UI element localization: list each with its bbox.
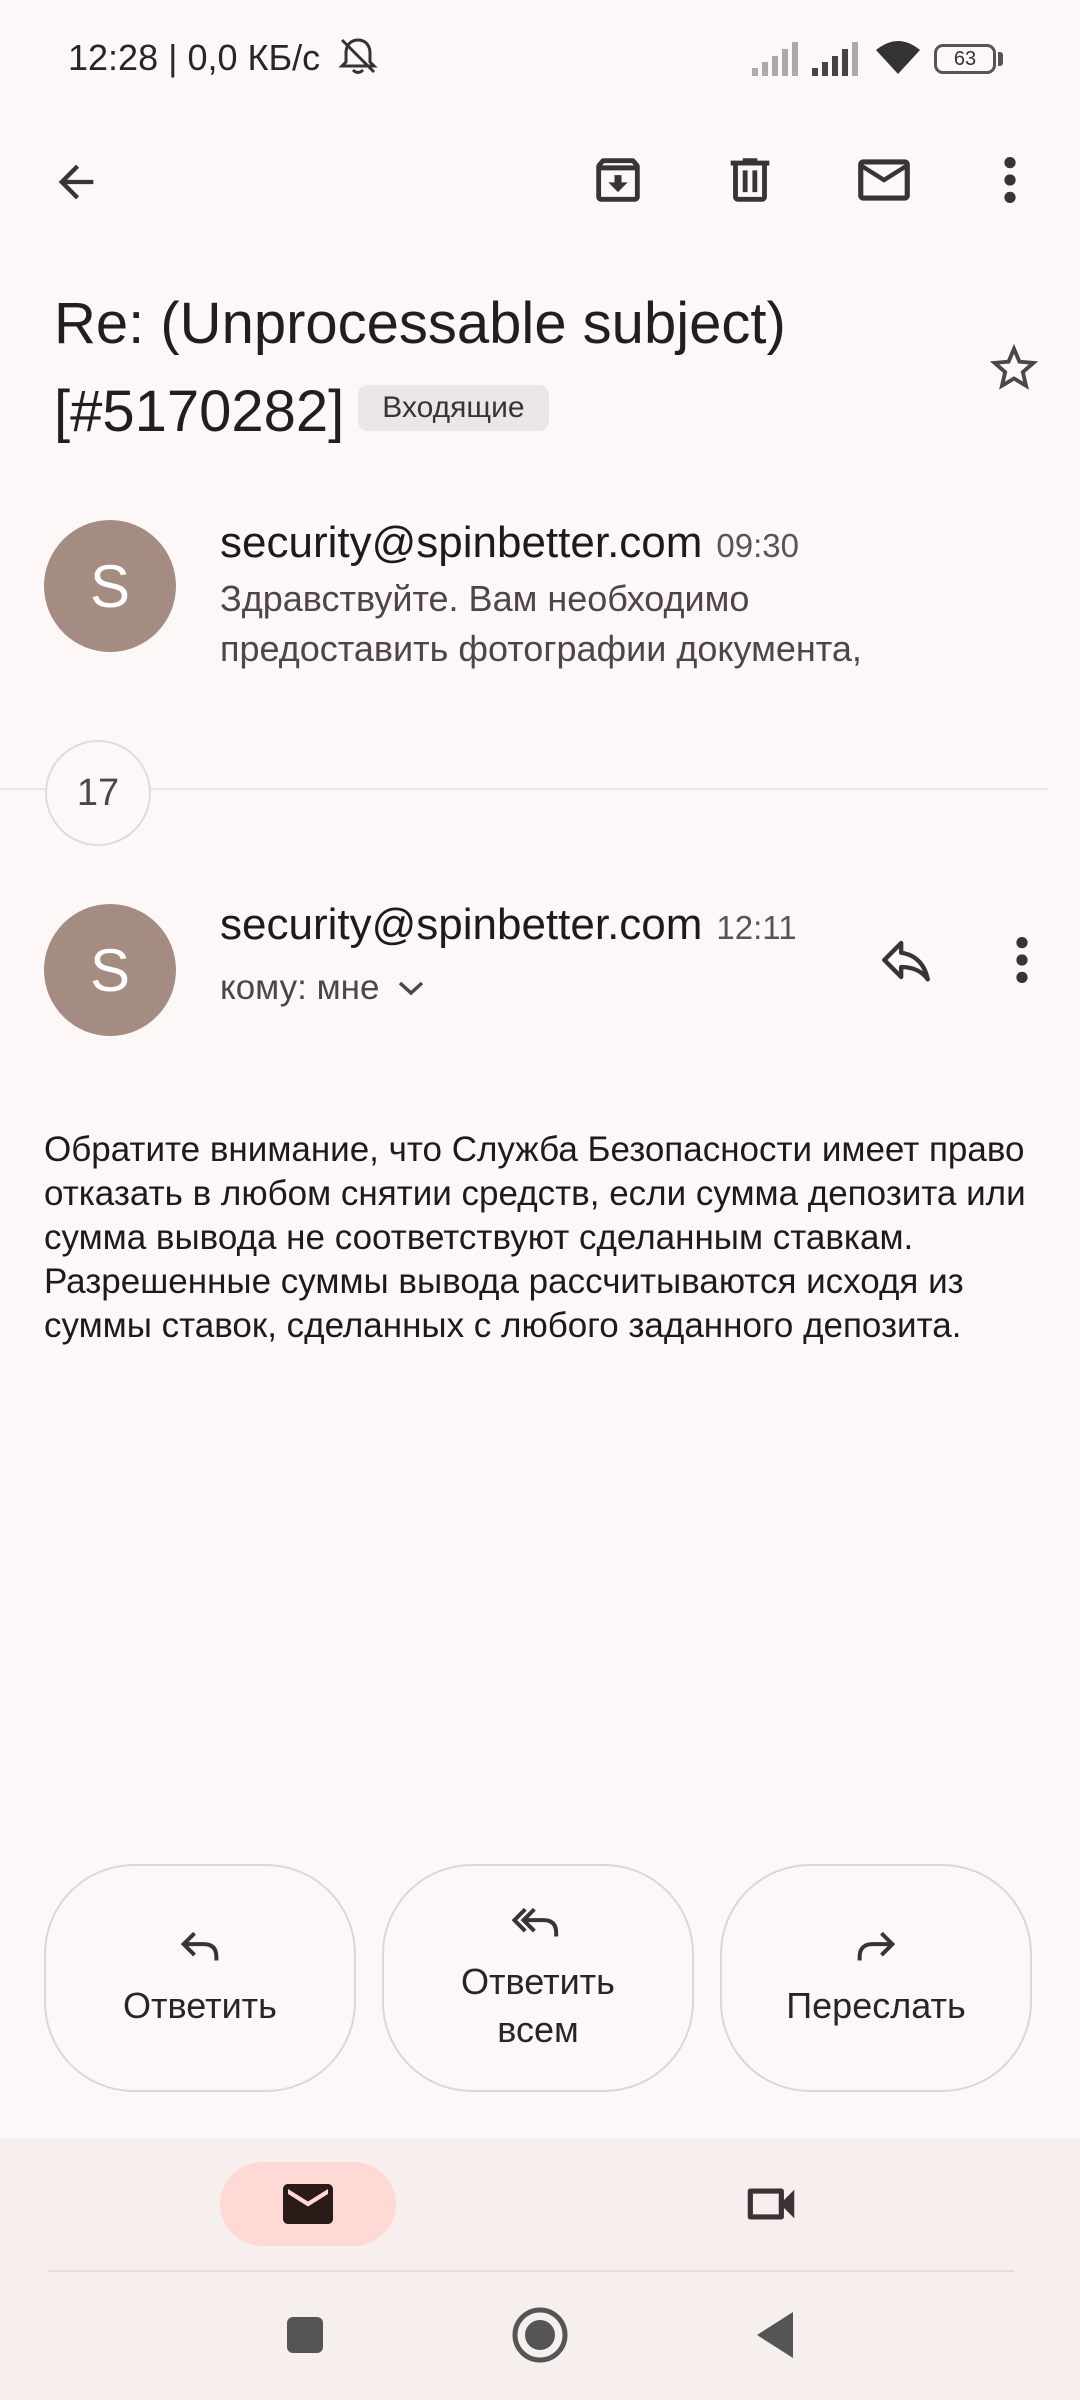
reply-icon-button[interactable]	[866, 920, 946, 1000]
hidden-messages-count: 17	[45, 740, 151, 846]
forward-icon	[857, 1931, 896, 1961]
recipient-text: кому: мне	[220, 968, 380, 1007]
status-time-text: 12:28 | 0,0 КБ/с	[68, 37, 321, 78]
more-vert-icon	[1004, 157, 1016, 203]
hidden-messages-button[interactable]: 17	[45, 740, 195, 846]
battery-indicator: 63	[934, 44, 996, 74]
signal-icon-2	[812, 42, 858, 76]
nav-divider	[48, 2270, 1014, 2272]
archive-button[interactable]	[580, 142, 656, 218]
nav-mail-tab[interactable]	[220, 2162, 396, 2246]
triangle-back-icon	[757, 2312, 793, 2358]
mail-icon	[283, 2184, 333, 2224]
recipient-details-toggle[interactable]: кому: мне	[220, 968, 425, 1008]
body-paragraph: Разрешенные суммы вывода рассчитываются …	[44, 1262, 964, 1345]
sender-email: security@spinbetter.com	[220, 900, 703, 949]
square-icon	[287, 2317, 323, 2353]
sender-email: security@spinbetter.com	[220, 518, 703, 567]
message-time: 12:11	[716, 909, 797, 946]
sender-avatar: S	[44, 520, 176, 652]
video-camera-icon	[747, 2188, 795, 2220]
nav-meet-tab[interactable]	[726, 2164, 816, 2244]
reply-all-button[interactable]: Ответить всем	[382, 1864, 694, 2092]
subject-heading: Re: (Unprocessable subject) [#5170282] Вх…	[54, 280, 954, 456]
star-button[interactable]	[976, 330, 1052, 406]
recent-apps-button[interactable]	[270, 2300, 340, 2370]
inbox-label-badge[interactable]: Входящие	[358, 384, 549, 431]
trash-icon	[730, 158, 770, 202]
chevron-down-icon	[399, 981, 424, 996]
forward-label: Переслать	[786, 1985, 966, 2026]
sender-avatar[interactable]: S	[44, 904, 176, 1036]
forward-button[interactable]: Переслать	[720, 1864, 1032, 2092]
arrow-back-icon	[58, 164, 94, 200]
reply-icon	[180, 1931, 219, 1961]
home-circle-icon	[512, 2307, 568, 2363]
mute-bell-icon	[338, 38, 378, 74]
message-time: 09:30	[716, 527, 800, 564]
wifi-icon	[876, 41, 920, 74]
back-nav-button[interactable]	[740, 2300, 810, 2370]
battery-tip	[998, 52, 1003, 66]
reply-icon	[882, 940, 930, 982]
home-button[interactable]	[502, 2300, 578, 2370]
message-snippet: Здравствуйте. Вам необходимо предоставит…	[220, 578, 862, 669]
back-button[interactable]	[40, 146, 112, 218]
reply-button[interactable]: Ответить	[44, 1864, 356, 2092]
message-more-button[interactable]	[1000, 920, 1044, 1000]
reply-label: Ответить	[123, 1985, 277, 2026]
mark-unread-button[interactable]	[846, 142, 922, 218]
message-body: Обратите внимание, что Служба Безопаснос…	[44, 1128, 1034, 1348]
more-options-button[interactable]	[980, 142, 1040, 218]
body-paragraph: Обратите внимание, что Служба Безопаснос…	[44, 1130, 1026, 1257]
reply-all-icon	[512, 1907, 559, 1937]
battery-level: 63	[953, 48, 977, 70]
archive-icon	[596, 158, 640, 202]
mail-icon	[858, 159, 910, 201]
status-time: 12:28 | 0,0 КБ/с	[68, 36, 380, 79]
sender-line: security@spinbetter.com 09:30	[220, 518, 799, 568]
delete-button[interactable]	[712, 142, 788, 218]
signal-icon-1	[752, 42, 798, 76]
collapsed-message[interactable]: S security@spinbetter.com 09:30 Здравству…	[0, 510, 1080, 680]
star-outline-icon	[989, 343, 1039, 390]
sender-line: security@spinbetter.com 12:11	[220, 900, 797, 950]
reply-all-label: Ответить всем	[461, 1961, 615, 2050]
more-vert-icon	[1016, 937, 1028, 983]
